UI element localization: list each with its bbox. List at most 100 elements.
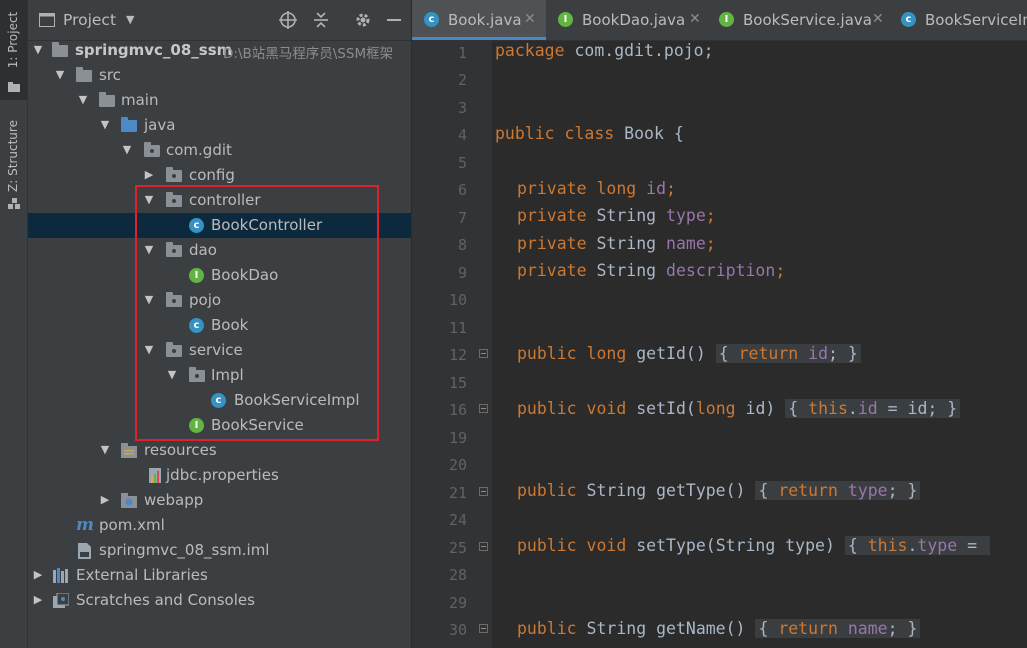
fold-toggle-icon[interactable] (479, 487, 488, 496)
code-token: name (847, 619, 888, 638)
tree-item-label: jdbc.properties (166, 466, 279, 484)
tree-item-pojo[interactable]: ▼ pojo (28, 288, 411, 313)
code-line[interactable]: public String getName() { return name; } (517, 619, 921, 638)
collapsed-chevron-icon[interactable]: ▶ (143, 168, 155, 181)
line-number: 9 (457, 264, 467, 282)
line-number: 8 (457, 236, 467, 254)
tree-item-java[interactable]: ▼ java (28, 113, 411, 138)
tree-item-main[interactable]: ▼ main (28, 88, 411, 113)
folded-body[interactable]: { this.type = (844, 536, 990, 555)
gear-icon[interactable] (353, 10, 373, 30)
fold-toggle-icon[interactable] (479, 542, 488, 551)
folded-body[interactable]: { return id; } (715, 344, 861, 363)
expanded-chevron-icon[interactable]: ▼ (99, 443, 111, 456)
folded-body[interactable]: { return name; } (755, 619, 921, 638)
expanded-chevron-icon[interactable]: ▼ (143, 343, 155, 356)
tree-item-com-gdit[interactable]: ▼ com.gdit (28, 138, 411, 163)
tree-item-jdbc-properties[interactable]: jdbc.properties (28, 463, 411, 488)
package-icon (166, 242, 182, 258)
project-tool-tab[interactable]: 1: Project (0, 0, 27, 100)
tab-label: BookService.java (743, 11, 872, 29)
code-line[interactable]: public void setType(String type) { this.… (517, 536, 990, 555)
code-token: name (666, 234, 706, 253)
tree-item-config[interactable]: ▶ config (28, 163, 411, 188)
interface-icon: I (719, 12, 734, 27)
close-icon[interactable]: ✕ (689, 11, 701, 27)
code-token: String (586, 234, 667, 253)
tree-item-label: BookController (211, 216, 323, 234)
expanded-chevron-icon[interactable]: ▼ (77, 93, 89, 106)
project-view-title[interactable]: Project (63, 11, 116, 29)
close-icon[interactable]: ✕ (872, 11, 884, 27)
expanded-chevron-icon[interactable]: ▼ (143, 193, 155, 206)
code-token: id (857, 399, 878, 418)
tree-item-module[interactable]: ▼ springmvc_08_ssm D:\B站黑马程序员\SSM框架 (28, 38, 411, 63)
code-line[interactable]: public class Book { (495, 124, 684, 143)
expanded-chevron-icon[interactable]: ▼ (143, 293, 155, 306)
code-line[interactable]: public long getId() { return id; } (517, 344, 861, 363)
expanded-chevron-icon[interactable]: ▼ (143, 243, 155, 256)
code-token: public (517, 399, 577, 418)
code-line[interactable]: private String type; (517, 206, 716, 225)
tab-bookserviceimpl-java[interactable]: c BookServiceIm (889, 0, 1027, 40)
code-token: { (788, 399, 809, 418)
tree-item-external-libraries[interactable]: ▶ External Libraries (28, 563, 411, 588)
tree-item-dao[interactable]: ▼ dao (28, 238, 411, 263)
collapsed-chevron-icon[interactable]: ▶ (32, 568, 44, 581)
folded-body[interactable]: { this.id = id; } (785, 399, 961, 418)
code-token: id (808, 344, 829, 363)
view-selector-chevron-down-icon[interactable]: ▼ (126, 13, 134, 26)
collapsed-chevron-icon[interactable]: ▶ (32, 593, 44, 606)
expanded-chevron-icon[interactable]: ▼ (121, 143, 133, 156)
folded-body[interactable]: { return type; } (755, 481, 921, 500)
structure-tool-tab[interactable]: Z: Structure (0, 110, 27, 220)
tree-item-scratches[interactable]: ▶ Scratches and Consoles (28, 588, 411, 613)
code-line[interactable]: public void setId(long id) { this.id = i… (517, 399, 961, 418)
code-line[interactable]: public String getType() { return type; } (517, 481, 921, 500)
tree-item-iml[interactable]: springmvc_08_ssm.iml (28, 538, 411, 563)
expanded-chevron-icon[interactable]: ▼ (54, 68, 66, 81)
code-token: package (495, 41, 565, 60)
tree-item-resources[interactable]: ▼ resources (28, 438, 411, 463)
close-icon[interactable]: ✕ (524, 11, 536, 27)
code-token: ; } (828, 344, 858, 363)
code-line[interactable]: package com.gdit.pojo; (495, 41, 714, 60)
hide-panel-minus-icon[interactable] (384, 10, 404, 30)
line-number: 5 (457, 154, 467, 172)
code-token: ; (705, 234, 716, 253)
tab-book-java[interactable]: c Book.java ✕ (412, 0, 546, 40)
fold-toggle-icon[interactable] (479, 624, 488, 633)
expanded-chevron-icon[interactable]: ▼ (166, 368, 178, 381)
code-line[interactable]: private String description; (517, 261, 785, 280)
tree-item-bookcontroller[interactable]: c BookController (28, 213, 411, 238)
fold-toggle-icon[interactable] (479, 349, 488, 358)
collapse-all-icon[interactable] (311, 10, 331, 30)
tree-item-bookserviceimpl[interactable]: c BookServiceImpl (28, 388, 411, 413)
tree-item-book[interactable]: c Book (28, 313, 411, 338)
tree-item-webapp[interactable]: ▶ webapp (28, 488, 411, 513)
tree-item-pom[interactable]: m pom.xml (28, 513, 411, 538)
tree-item-bookservice[interactable]: I BookService (28, 413, 411, 438)
tree-item-service[interactable]: ▼ service (28, 338, 411, 363)
tree-item-label: BookDao (211, 266, 279, 284)
code-token: return (778, 619, 838, 638)
code-token: this (867, 536, 908, 555)
code-token: return (738, 344, 799, 363)
locate-crosshair-icon[interactable] (278, 10, 298, 30)
expanded-chevron-icon[interactable]: ▼ (99, 118, 111, 131)
code-token: public (495, 124, 555, 143)
code-token: public (517, 536, 577, 555)
expanded-chevron-icon[interactable]: ▼ (32, 43, 44, 56)
code-line[interactable]: private long id; (517, 179, 676, 198)
tree-item-impl[interactable]: ▼ Impl (28, 363, 411, 388)
collapsed-chevron-icon[interactable]: ▶ (99, 493, 111, 506)
tab-bookdao-java[interactable]: I BookDao.java ✕ (546, 0, 707, 40)
line-number: 4 (457, 126, 467, 144)
fold-toggle-icon[interactable] (479, 404, 488, 413)
tree-item-bookdao[interactable]: I BookDao (28, 263, 411, 288)
tree-item-controller[interactable]: ▼ controller (28, 188, 411, 213)
tree-item-src[interactable]: ▼ src (28, 63, 411, 88)
code-line[interactable]: private String name; (517, 234, 716, 253)
tab-bookservice-java[interactable]: I BookService.java ✕ (707, 0, 889, 40)
